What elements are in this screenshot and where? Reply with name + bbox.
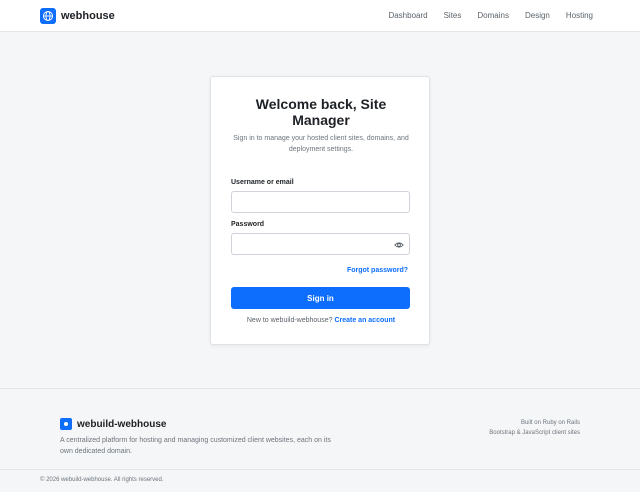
username-field-wrapper	[231, 191, 410, 214]
sign-in-button[interactable]: Sign in	[231, 287, 410, 309]
nav-item-domains[interactable]: Domains	[477, 11, 509, 20]
site-footer: webuild-webhouse A centralized platform …	[0, 388, 640, 492]
main-nav: Dashboard Sites Domains Design Hosting	[388, 11, 593, 20]
footer-brand: webuild-webhouse	[60, 418, 166, 430]
footer-tech-line: Bootstrap & JavaScript client sites	[489, 430, 580, 436]
dot-logo-icon	[60, 418, 72, 430]
password-field-wrapper	[231, 233, 410, 256]
login-subtitle: Sign in to manage your hosted client sit…	[233, 135, 409, 153]
footer-description: A centralized platform for hosting and m…	[60, 437, 331, 455]
password-input[interactable]	[232, 235, 409, 256]
brand-name: webhouse	[61, 10, 115, 22]
nav-item-hosting[interactable]: Hosting	[566, 11, 593, 20]
username-label: Username or email	[231, 179, 294, 186]
password-label: Password	[231, 221, 265, 228]
footer-bottom-bar: © 2026 webuild-webhouse. All rights rese…	[0, 469, 640, 492]
forgot-password-link[interactable]: Forgot password?	[347, 267, 408, 274]
footer-brand-name: webuild-webhouse	[77, 418, 167, 430]
eye-icon[interactable]	[394, 240, 404, 250]
nav-item-design[interactable]: Design	[525, 11, 550, 20]
globe-icon	[40, 8, 56, 24]
nav-item-sites[interactable]: Sites	[444, 11, 462, 20]
brand-link[interactable]: webhouse	[40, 8, 115, 24]
copyright-text: © 2026 webuild-webhouse. All rights rese…	[40, 477, 164, 483]
create-account-link[interactable]: Create an account	[334, 317, 395, 324]
footer-tech-line: Built on Ruby on Rails	[520, 420, 580, 426]
signup-text: New to webuild-webhouse?	[246, 317, 333, 324]
login-title: Welcome back, Site Manager	[255, 96, 387, 128]
top-navbar: webhouse Dashboard Sites Domains Design …	[0, 0, 640, 32]
login-card: Welcome back, Site Manager Sign in to ma…	[210, 76, 430, 345]
username-input[interactable]	[232, 193, 409, 214]
footer-tech-info: Built on Ruby on Rails Bootstrap & JavaS…	[489, 418, 580, 438]
signup-prompt: New to webuild-webhouse? Create an accou…	[211, 317, 431, 324]
nav-item-dashboard[interactable]: Dashboard	[388, 11, 427, 20]
